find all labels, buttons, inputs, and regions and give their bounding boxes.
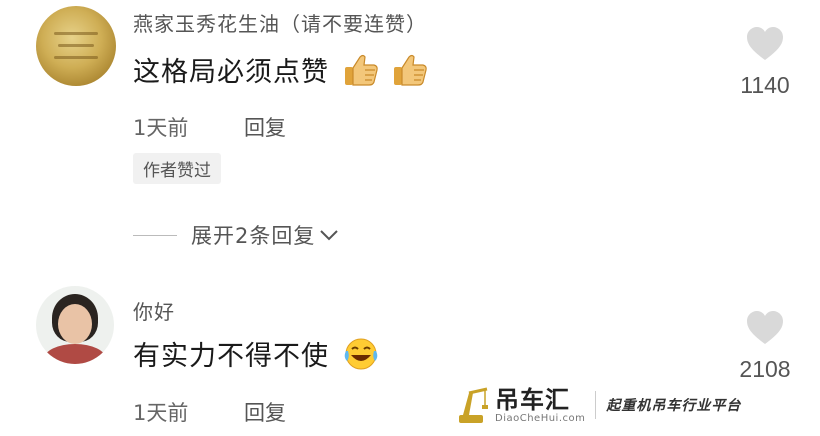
expand-replies-button[interactable]: 展开2条回复 (133, 220, 339, 250)
laughing-crying-icon (343, 337, 379, 378)
comment-time: 1天前 (133, 401, 189, 425)
chevron-down-icon (319, 228, 339, 242)
avatar[interactable] (36, 286, 114, 364)
watermark: 吊车汇 DiaoCheHui.com 起重机吊车行业平台 (455, 380, 785, 430)
watermark-slogan: 起重机吊车行业平台 (606, 398, 742, 414)
author-liked-badge: 作者赞过 (133, 153, 221, 184)
comment-text-row: 这格局必须点赞 (133, 50, 428, 94)
comment-username[interactable]: 燕家玉秀花生油（请不要连赞） (133, 8, 427, 37)
heart-icon (745, 310, 785, 350)
crane-logo-icon (455, 385, 489, 425)
watermark-url: DiaoCheHui.com (495, 412, 586, 424)
comment-text-row: 有实力不得不使 (133, 334, 379, 378)
like-button[interactable]: 2108 (730, 310, 800, 383)
divider (133, 234, 177, 236)
reply-button[interactable]: 回复 (244, 112, 286, 142)
heart-icon (745, 26, 785, 66)
comment-username[interactable]: 你好 (133, 296, 175, 325)
thumbs-up-icon (392, 53, 428, 94)
watermark-brand-name: 吊车汇 (495, 385, 570, 414)
avatar[interactable] (36, 6, 116, 86)
like-button[interactable]: 1140 (730, 26, 800, 99)
comment-item: 燕家玉秀花生油（请不要连赞） 这格局必须点赞 1天前 回复 作者赞过 展开2条回… (0, 0, 820, 270)
reply-button[interactable]: 回复 (244, 397, 286, 427)
divider (595, 391, 597, 419)
like-count: 2108 (739, 356, 791, 382)
like-count: 1140 (740, 72, 790, 98)
comment-text: 这格局必须点赞 (133, 57, 329, 88)
thumbs-up-icon (343, 53, 379, 94)
expand-replies-label: 展开2条回复 (191, 224, 316, 248)
comment-text: 有实力不得不使 (133, 341, 329, 372)
watermark-brand: 吊车汇 DiaoCheHui.com (495, 387, 585, 424)
comment-time: 1天前 (133, 116, 189, 140)
